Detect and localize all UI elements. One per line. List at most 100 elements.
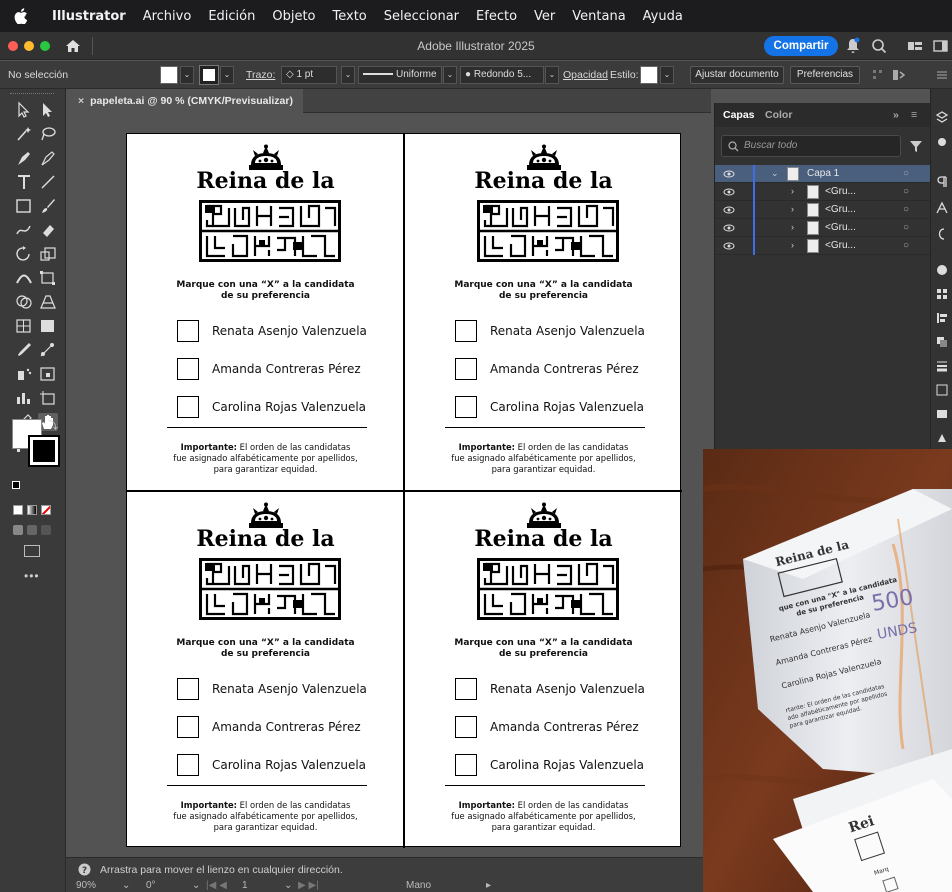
default-colors-icon[interactable] (12, 481, 20, 489)
expand-group-icon[interactable]: › (791, 240, 794, 250)
stroke-profile-select[interactable]: Uniforme (358, 66, 442, 84)
graphic-styles-icon[interactable] (935, 431, 949, 445)
character-icon[interactable] (935, 201, 949, 215)
candidate-checkbox[interactable] (177, 716, 199, 738)
type-tool-icon[interactable] (14, 173, 34, 191)
candidate-checkbox[interactable] (177, 678, 199, 700)
group-name[interactable]: <Gru... (825, 240, 856, 251)
lasso-tool-icon[interactable] (38, 125, 58, 143)
stroke-color-swatch[interactable] (28, 435, 60, 467)
layer-row-group[interactable]: › <Gru... ○ (715, 237, 931, 255)
appearance-icon[interactable] (935, 407, 949, 421)
draw-inside-icon[interactable] (41, 525, 51, 535)
none-mode-icon[interactable] (41, 505, 51, 515)
candidate-checkbox[interactable] (177, 396, 199, 418)
ballot-cell[interactable]: Reina de la Marque con una “X” a la cand… (127, 134, 404, 491)
ballot-cell[interactable]: Reina de la Marque con una “X” a la cand… (405, 492, 682, 849)
candidate-checkbox[interactable] (177, 320, 199, 342)
target-circle-icon[interactable]: ○ (903, 204, 909, 215)
width-tool-icon[interactable] (14, 269, 34, 287)
zoom-dropdown-icon[interactable]: ⌄ (122, 880, 130, 891)
color-guide-icon[interactable] (935, 263, 949, 277)
candidate-checkbox[interactable] (455, 716, 477, 738)
curvature-tool-icon[interactable] (38, 149, 58, 167)
paragraph-icon[interactable] (935, 175, 949, 189)
candidate-checkbox[interactable] (177, 754, 199, 776)
layer-row-group[interactable]: › <Gru... ○ (715, 219, 931, 237)
layer-search-input[interactable]: Buscar todo (721, 135, 901, 157)
stroke-label[interactable]: Trazo: (246, 69, 275, 81)
artboard-tool-icon[interactable] (38, 389, 58, 407)
menu-ver[interactable]: Ver (534, 9, 555, 24)
ballot-cell[interactable]: Reina de la Marque con una “X” a la cand… (405, 134, 682, 491)
expand-group-icon[interactable]: › (791, 204, 794, 214)
swap-colors-icon[interactable]: ⤵ (48, 417, 58, 432)
brush-dropdown[interactable]: ⌄ (545, 66, 559, 84)
stroke-weight-dropdown[interactable]: ⌄ (341, 66, 355, 84)
menu-ventana[interactable]: Ventana (572, 9, 625, 24)
visibility-eye-icon[interactable] (723, 240, 735, 252)
menu-archivo[interactable]: Archivo (143, 9, 192, 24)
group-name[interactable]: <Gru... (825, 186, 856, 197)
menu-illustrator[interactable]: Illustrator (52, 9, 126, 24)
perspective-grid-tool-icon[interactable] (38, 293, 58, 311)
candidate-checkbox[interactable] (455, 396, 477, 418)
pen-tool-icon[interactable] (14, 149, 34, 167)
stroke-dropdown[interactable]: ⌄ (220, 66, 234, 84)
workspace-icon[interactable] (906, 36, 924, 56)
pathfinder-icon[interactable] (935, 335, 949, 349)
help-icon[interactable]: ? (78, 863, 91, 876)
artboard-number[interactable]: 1 (242, 880, 248, 891)
properties-icon[interactable] (935, 111, 949, 125)
visibility-eye-icon[interactable] (723, 222, 735, 234)
tab-color[interactable]: Color (765, 109, 792, 121)
align-icon[interactable] (872, 69, 886, 81)
paintbrush-tool-icon[interactable] (38, 197, 58, 215)
mesh-tool-icon[interactable] (14, 317, 34, 335)
visibility-eye-icon[interactable] (723, 168, 735, 180)
tab-capas[interactable]: Capas (723, 109, 755, 121)
preferences-button[interactable]: Preferencias (790, 66, 860, 84)
menu-seleccionar[interactable]: Seleccionar (384, 9, 459, 24)
fill-dropdown[interactable]: ⌄ (180, 66, 194, 84)
expand-layer-icon[interactable]: ⌄ (771, 168, 779, 179)
ballot-cell[interactable]: Reina de la Marque con una “X” a la cand… (127, 492, 404, 849)
fill-swatch[interactable] (160, 66, 178, 84)
more-tools-icon[interactable]: ••• (24, 569, 40, 583)
document-tab[interactable]: × papeleta.ai @ 90 % (CMYK/Previsualizar) (66, 89, 303, 113)
symbol-sprayer-tool-icon[interactable] (14, 365, 34, 383)
artboard-dropdown-icon[interactable]: ⌄ (284, 880, 292, 891)
free-transform-tool-icon[interactable] (38, 269, 58, 287)
slice-tool-icon[interactable] (38, 365, 58, 383)
search-icon[interactable] (870, 36, 888, 56)
target-circle-icon[interactable]: ○ (903, 186, 909, 197)
rotate-tool-icon[interactable] (14, 245, 34, 263)
gradient-mode-icon[interactable] (27, 505, 37, 515)
visibility-eye-icon[interactable] (723, 186, 735, 198)
layer-row-group[interactable]: › <Gru... ○ (715, 201, 931, 219)
panel-menu-icon[interactable]: ≡ (911, 109, 917, 121)
canvas[interactable]: Reina de la Marque con una “X” a la cand… (66, 113, 711, 857)
libraries-icon[interactable] (935, 135, 949, 149)
fit-document-button[interactable]: Ajustar documento (690, 66, 784, 84)
layer-row-group[interactable]: › <Gru... ○ (715, 183, 931, 201)
zoom-level[interactable]: 90% (76, 880, 96, 891)
scale-tool-icon[interactable] (38, 245, 58, 263)
direct-selection-tool-icon[interactable] (38, 101, 58, 119)
group-name[interactable]: <Gru... (825, 222, 856, 233)
opacity-label[interactable]: Opacidad (563, 69, 608, 81)
menu-efecto[interactable]: Efecto (476, 9, 517, 24)
opentype-icon[interactable] (935, 227, 949, 241)
candidate-checkbox[interactable] (455, 754, 477, 776)
share-button[interactable]: Compartir (764, 36, 838, 56)
align-panel-icon[interactable] (935, 311, 949, 325)
group-name[interactable]: <Gru... (825, 204, 856, 215)
screen-mode-icon[interactable] (24, 545, 40, 557)
close-tab-icon[interactable]: × (78, 95, 84, 107)
blend-tool-icon[interactable] (38, 341, 58, 359)
expand-group-icon[interactable]: › (791, 222, 794, 232)
brush-select[interactable]: ● Redondo 5... (460, 66, 544, 84)
swatches-icon[interactable] (935, 287, 949, 301)
menu-texto[interactable]: Texto (333, 9, 367, 24)
selection-tool-icon[interactable] (14, 101, 34, 119)
